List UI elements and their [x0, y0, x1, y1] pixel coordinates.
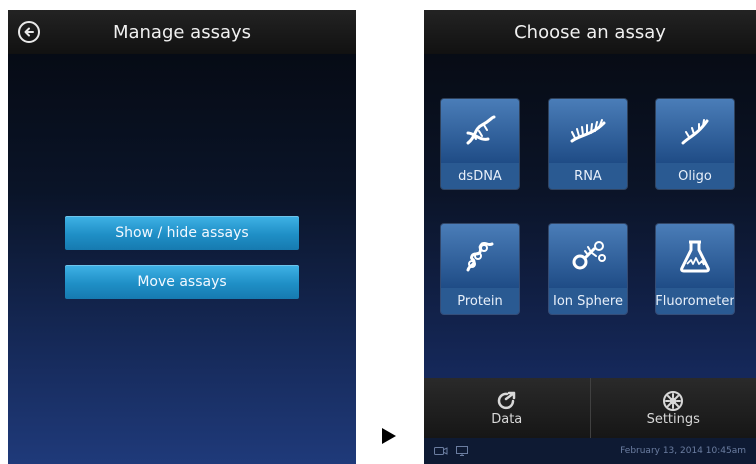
oligo-strand-icon [681, 119, 709, 145]
settings-button[interactable]: Settings [591, 378, 756, 438]
back-arrow-icon [24, 27, 34, 37]
page-title: Choose an assay [514, 21, 666, 43]
tile-label: Ion Sphere [549, 288, 627, 314]
protein-coil-icon [466, 241, 494, 272]
tile-oligo[interactable]: Oligo [656, 99, 734, 189]
tile-label: Fluorometer [656, 288, 734, 314]
bottom-nav: Data Settings [424, 378, 756, 438]
monitor-icon [456, 446, 468, 456]
tile-protein[interactable]: Protein [441, 224, 519, 314]
flask-icon [680, 240, 710, 273]
tile-label: Oligo [656, 163, 734, 189]
tile-ion-sphere[interactable]: Ion Sphere [549, 224, 627, 314]
settings-label: Settings [646, 411, 700, 427]
share-arrow-icon [497, 391, 515, 409]
choose-assay-screen: Choose an assay dsDNA RNA Oligo Protein … [424, 10, 756, 464]
page-title: Manage assays [112, 21, 252, 43]
manage-assays-screen: Manage assays Show / hide assays Move as… [8, 10, 356, 464]
status-date: February 13, 2014 10:45am [620, 446, 746, 456]
dna-double-helix-icon [466, 115, 496, 145]
title-bar: Manage assays [8, 10, 356, 54]
tile-dsdna[interactable]: dsDNA [441, 99, 519, 189]
arrow-right-icon [382, 428, 396, 444]
rna-strand-icon [570, 119, 606, 143]
gear-icon [663, 390, 684, 411]
data-button[interactable]: Data [424, 378, 590, 438]
back-button[interactable] [18, 21, 40, 43]
tile-label: Protein [441, 288, 519, 314]
title-bar: Choose an assay [424, 10, 756, 54]
data-label: Data [491, 411, 523, 427]
tile-fluorometer[interactable]: Fluorometer [656, 224, 734, 314]
ion-sphere-icon [572, 241, 606, 270]
tile-label: dsDNA [441, 163, 519, 189]
move-assays-button[interactable]: Move assays [65, 265, 299, 299]
camera-icon [434, 447, 448, 455]
status-bar: February 13, 2014 10:45am [424, 438, 756, 464]
tile-label: RNA [549, 163, 627, 189]
show-hide-assays-button[interactable]: Show / hide assays [65, 216, 299, 250]
tile-rna[interactable]: RNA [549, 99, 627, 189]
